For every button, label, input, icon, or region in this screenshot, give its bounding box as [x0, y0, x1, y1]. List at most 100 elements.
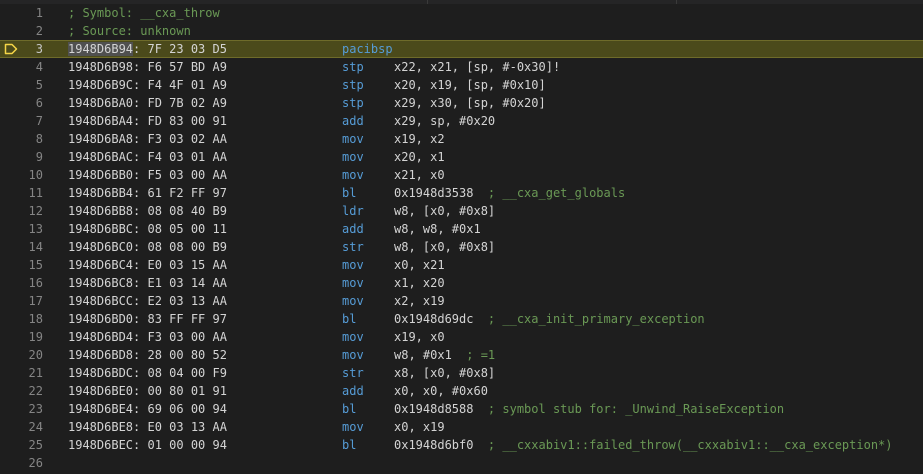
line-content: 1948D6BE8: E0 03 13 AA	[68, 418, 227, 436]
operand-text: w8, #0x1	[394, 348, 467, 362]
instruction-operands: w8, [x0, #0x8]	[394, 202, 495, 220]
instruction-bytes: : F5 03 00 AA	[133, 168, 227, 182]
instruction-address: 1948D6BE8	[68, 420, 134, 434]
operand-text: x0, x0, #0x60	[394, 384, 488, 398]
code-line[interactable]: 3 1948D6B94: 7F 23 03 D5 pacibsp	[0, 40, 923, 58]
code-line[interactable]: 13 1948D6BBC: 08 05 00 11 add w8, w8, #0x1	[0, 220, 923, 238]
instruction-address: 1948D6BEC	[68, 438, 134, 452]
code-line[interactable]: 14 1948D6BC0: 08 08 00 B9 str w8, [x0, #0x8…	[0, 238, 923, 256]
instruction-bytes: : 69 06 00 94	[133, 402, 227, 416]
instruction-address: 1948D6BC4	[68, 258, 134, 272]
instruction-address: 1948D6BDC	[68, 366, 134, 380]
code-line[interactable]: 10 1948D6BB0: F5 03 00 AA mov x21, x0	[0, 166, 923, 184]
instruction-bytes: : FD 7B 02 A9	[133, 96, 227, 110]
instruction-bytes: : F6 57 BD A9	[133, 60, 227, 74]
instruction-operands: 0x1948d6bf0 ; __cxxabiv1::failed_throw(_…	[394, 436, 893, 454]
header-comment: ; Source: unknown	[68, 24, 191, 38]
instruction-bytes: : 61 F2 FF 97	[133, 186, 227, 200]
code-line[interactable]: 16 1948D6BC8: E1 03 14 AA mov x1, x20	[0, 274, 923, 292]
instruction-operands: x8, [x0, #0x8]	[394, 364, 495, 382]
code-line[interactable]: 4 1948D6B98: F6 57 BD A9 stp x22, x21, [sp,…	[0, 58, 923, 76]
instruction-bytes: : 7F 23 03 D5	[133, 42, 227, 56]
code-line[interactable]: 23 1948D6BE4: 69 06 00 94 bl 0x1948d8588 ; …	[0, 400, 923, 418]
operand-text: x0, x19	[394, 420, 445, 434]
code-line[interactable]: 18 1948D6BD0: 83 FF FF 97 bl 0x1948d69dc ; …	[0, 310, 923, 328]
disassembly-editor[interactable]: 1 ; Symbol: __cxa_throw 2 ; Source: unknown…	[0, 0, 923, 474]
line-number: 9	[35, 150, 43, 164]
code-lines: 1 ; Symbol: __cxa_throw 2 ; Source: unknown…	[0, 4, 923, 472]
line-number: 6	[35, 96, 43, 110]
operand-text: x20, x19, [sp, #0x10]	[394, 78, 546, 92]
instruction-address: 1948D6B98	[68, 60, 134, 74]
code-line[interactable]: 17 1948D6BCC: E2 03 13 AA mov x2, x19	[0, 292, 923, 310]
instruction-mnemonic: pacibsp	[342, 42, 393, 56]
operand-text: x0, x21	[394, 258, 445, 272]
code-line[interactable]: 6 1948D6BA0: FD 7B 02 A9 stp x29, x30, [sp,…	[0, 94, 923, 112]
instruction-address: 1948D6BA8	[68, 132, 134, 146]
code-line[interactable]: 8 1948D6BA8: F3 03 02 AA mov x19, x2	[0, 130, 923, 148]
instruction-address: 1948D6BAC	[68, 150, 134, 164]
operand-text: x2, x19	[394, 294, 445, 308]
instruction-address: 1948D6BA0	[68, 96, 134, 110]
instruction-address: 1948D6BD0	[68, 312, 134, 326]
line-number: 3	[35, 42, 43, 56]
operand-text: x29, sp, #0x20	[394, 114, 496, 128]
instruction-address: 1948D6BB0	[68, 168, 134, 182]
instruction-bytes: : F3 03 00 AA	[133, 330, 227, 344]
line-number: 8	[35, 132, 43, 146]
code-line[interactable]: 11 1948D6BB4: 61 F2 FF 97 bl 0x1948d3538 ; …	[0, 184, 923, 202]
line-content: 1948D6BAC: F4 03 01 AA	[68, 148, 227, 166]
operand-text: x8, [x0, #0x8]	[394, 366, 496, 380]
code-line[interactable]: 7 1948D6BA4: FD 83 00 91 add x29, sp, #0x20	[0, 112, 923, 130]
instruction-mnemonic: ldr	[342, 204, 364, 218]
instruction-address: 1948D6BB4	[68, 186, 134, 200]
instruction-mnemonic: add	[342, 384, 364, 398]
instruction-mnemonic: mov	[342, 276, 364, 290]
line-number: 25	[28, 438, 43, 452]
code-line[interactable]: 12 1948D6BB8: 08 08 40 B9 ldr w8, [x0, #0x8…	[0, 202, 923, 220]
instruction-mnemonic: stp	[342, 60, 364, 74]
line-number: 26	[28, 456, 43, 470]
instruction-mnemonic: mov	[342, 294, 364, 308]
instruction-bytes: : E0 03 15 AA	[133, 258, 227, 272]
line-content: 1948D6BB0: F5 03 00 AA	[68, 166, 227, 184]
code-line[interactable]: 15 1948D6BC4: E0 03 15 AA mov x0, x21	[0, 256, 923, 274]
instruction-operands: x1, x20	[394, 274, 445, 292]
code-line[interactable]: 1 ; Symbol: __cxa_throw	[0, 4, 923, 22]
code-line[interactable]: 5 1948D6B9C: F4 4F 01 A9 stp x20, x19, [sp,…	[0, 76, 923, 94]
code-line[interactable]: 26	[0, 454, 923, 472]
instruction-address: 1948D6BA4	[68, 114, 134, 128]
instruction-address: 1948D6BD8	[68, 348, 134, 362]
line-content: 1948D6BA4: FD 83 00 91	[68, 112, 227, 130]
line-content: 1948D6BBC: 08 05 00 11	[68, 220, 227, 238]
instruction-mnemonic: stp	[342, 78, 364, 92]
code-line[interactable]: 21 1948D6BDC: 08 04 00 F9 str x8, [x0, #0x8…	[0, 364, 923, 382]
line-content: 1948D6BC4: E0 03 15 AA	[68, 256, 227, 274]
instruction-bytes: : 83 FF FF 97	[133, 312, 227, 326]
operand-text: x20, x1	[394, 150, 445, 164]
code-line[interactable]: 9 1948D6BAC: F4 03 01 AA mov x20, x1	[0, 148, 923, 166]
operand-text: w8, [x0, #0x8]	[394, 240, 496, 254]
instruction-mnemonic: add	[342, 114, 364, 128]
code-line[interactable]: 25 1948D6BEC: 01 00 00 94 bl 0x1948d6bf0 ; …	[0, 436, 923, 454]
line-number: 10	[28, 168, 43, 182]
instruction-operands: 0x1948d3538 ; __cxa_get_globals	[394, 184, 625, 202]
line-content: 1948D6BC0: 08 08 00 B9	[68, 238, 227, 256]
instruction-operands: 0x1948d69dc ; __cxa_init_primary_excepti…	[394, 310, 705, 328]
instruction-mnemonic: bl	[342, 438, 357, 452]
line-number: 22	[28, 384, 43, 398]
inline-comment: ; =1	[466, 348, 496, 362]
line-number: 4	[35, 60, 43, 74]
inline-comment: ; __cxa_get_globals	[487, 186, 626, 200]
line-number: 5	[35, 78, 43, 92]
line-content: 1948D6BE4: 69 06 00 94	[68, 400, 227, 418]
code-line[interactable]: 19 1948D6BD4: F3 03 00 AA mov x19, x0	[0, 328, 923, 346]
instruction-operands: x20, x19, [sp, #0x10]	[394, 76, 546, 94]
instruction-bytes: : 01 00 00 94	[133, 438, 227, 452]
code-line[interactable]: 20 1948D6BD8: 28 00 80 52 mov w8, #0x1 ; =1	[0, 346, 923, 364]
instruction-mnemonic: mov	[342, 168, 364, 182]
code-line[interactable]: 24 1948D6BE8: E0 03 13 AA mov x0, x19	[0, 418, 923, 436]
code-line[interactable]: 2 ; Source: unknown	[0, 22, 923, 40]
instruction-operands: w8, [x0, #0x8]	[394, 238, 495, 256]
code-line[interactable]: 22 1948D6BE0: 00 80 01 91 add x0, x0, #0x60	[0, 382, 923, 400]
